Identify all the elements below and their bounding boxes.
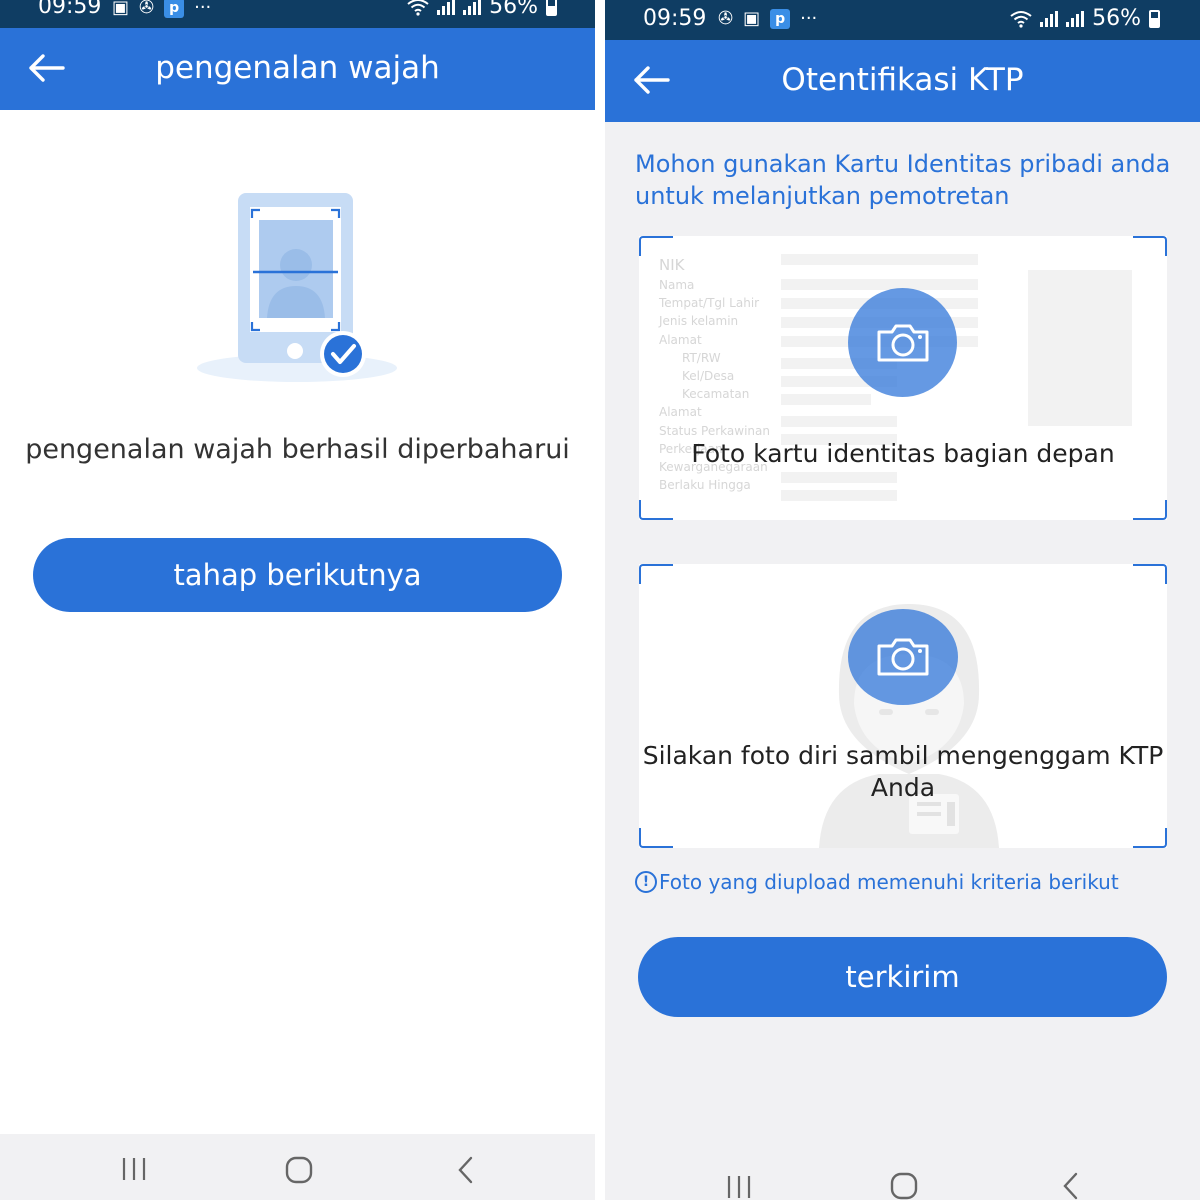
ktp-field-line <box>781 416 897 427</box>
hint-text: Foto yang diupload memenuhi kriteria ber… <box>659 870 1119 894</box>
ktp-photo-placeholder <box>1028 270 1132 426</box>
page-title: Otentifikasi KTP <box>781 62 1024 98</box>
ktp-field-line <box>781 472 897 483</box>
phone-face-scan-icon <box>197 193 397 382</box>
gallery-icon: ▣ <box>743 8 761 29</box>
signal-icon <box>437 0 456 15</box>
ktp-field-label: Kel/Desa <box>682 369 735 384</box>
system-navigation-bar <box>0 1134 595 1200</box>
gallery-icon: ▣ <box>112 0 130 18</box>
ktp-front-photo-card[interactable]: NIK Nama Tempat/Tgl Lahir Jenis kelamin Alam… <box>639 236 1167 520</box>
front-card-caption: Foto kartu identitas bagian depan <box>691 439 1115 468</box>
wifi-icon <box>407 0 429 16</box>
home-icon[interactable] <box>890 1172 918 1200</box>
shutter-icon: ✇ <box>139 0 155 18</box>
ktp-field-label: Jenis kelamin <box>659 314 739 329</box>
system-icons: 56% <box>1010 6 1160 31</box>
battery-percent: 56% <box>489 0 538 19</box>
battery-percent: 56% <box>1092 6 1141 31</box>
face-recognition-screen: 09:59 ▣ ✇ p ··· 56% pengenalan wajah pen… <box>0 0 595 1200</box>
info-icon: ! <box>635 871 657 893</box>
nav-back-icon[interactable] <box>456 1156 476 1184</box>
ktp-field-line <box>781 394 871 405</box>
status-time: 09:59 <box>643 6 707 31</box>
camera-button-front[interactable] <box>848 288 957 397</box>
notification-icons: ▣ ✇ p ··· <box>112 0 211 18</box>
status-bar: 09:59 ▣ ✇ p ··· 56% <box>0 0 595 28</box>
ktp-field-label: Nama <box>659 278 695 292</box>
wifi-icon <box>1010 10 1032 28</box>
page-title: pengenalan wajah <box>155 50 440 86</box>
signal-icon <box>1040 10 1059 27</box>
status-time: 09:59 <box>38 0 102 19</box>
ktp-field-label: RT/RW <box>682 350 721 365</box>
status-bar: 09:59 ✇ ▣ p ··· 56% <box>605 0 1200 40</box>
shutter-icon: ✇ <box>718 8 734 29</box>
app-bar: pengenalan wajah <box>0 28 595 110</box>
more-notifications: ··· <box>194 0 212 18</box>
more-notifications: ··· <box>800 8 818 29</box>
camera-icon <box>877 638 929 676</box>
recent-apps-icon[interactable] <box>725 1174 753 1200</box>
instruction-text: Mohon gunakan Kartu Identitas pribadi an… <box>635 150 1171 210</box>
check-badge-icon <box>320 331 366 377</box>
recent-apps-icon[interactable] <box>120 1156 148 1182</box>
notification-icons: ✇ ▣ p ··· <box>718 8 817 29</box>
ktp-field-line <box>781 254 978 265</box>
ktp-field-label: Alamat <box>659 405 702 420</box>
app-p-icon: p <box>770 8 791 29</box>
ktp-field-label: Alamat <box>659 332 702 347</box>
ktp-field-line <box>781 490 897 501</box>
signal-icon-2 <box>463 0 482 15</box>
selfie-with-ktp-card[interactable]: Silakan foto diri sambil mengenggam KTP … <box>639 564 1167 848</box>
ktp-field-label: Tempat/Tgl Lahir <box>659 296 760 311</box>
app-bar: Otentifikasi KTP <box>605 40 1200 122</box>
next-step-button[interactable]: tahap berikutnya <box>33 538 562 612</box>
battery-icon <box>546 0 557 16</box>
screen-divider <box>595 0 605 1200</box>
signal-icon-2 <box>1066 10 1085 27</box>
ktp-field-label: NIK <box>659 256 685 274</box>
home-icon[interactable] <box>285 1156 313 1184</box>
app-p-icon: p <box>164 0 185 18</box>
ktp-field-line <box>781 279 978 290</box>
ktp-authentication-screen: 09:59 ✇ ▣ p ··· 56% Otentifikasi KTP Moh… <box>605 0 1200 1200</box>
ktp-field-label: Kecamatan <box>682 387 750 402</box>
camera-button-selfie[interactable] <box>848 609 958 705</box>
system-navigation-bar <box>605 1134 1200 1200</box>
photo-criteria-hint[interactable]: ! Foto yang diupload memenuhi kriteria b… <box>635 870 1119 894</box>
selfie-card-caption: Silakan foto diri sambil mengenggam KTP … <box>642 741 1164 802</box>
success-message: pengenalan wajah berhasil diperbaharui <box>25 434 570 465</box>
submit-button[interactable]: terkirim <box>638 937 1167 1017</box>
camera-icon <box>877 324 928 361</box>
ktp-field-label: Berlaku Hingga <box>659 478 751 493</box>
battery-icon <box>1149 9 1160 28</box>
nav-back-icon[interactable] <box>1061 1172 1081 1200</box>
system-icons: 56% <box>407 0 557 19</box>
